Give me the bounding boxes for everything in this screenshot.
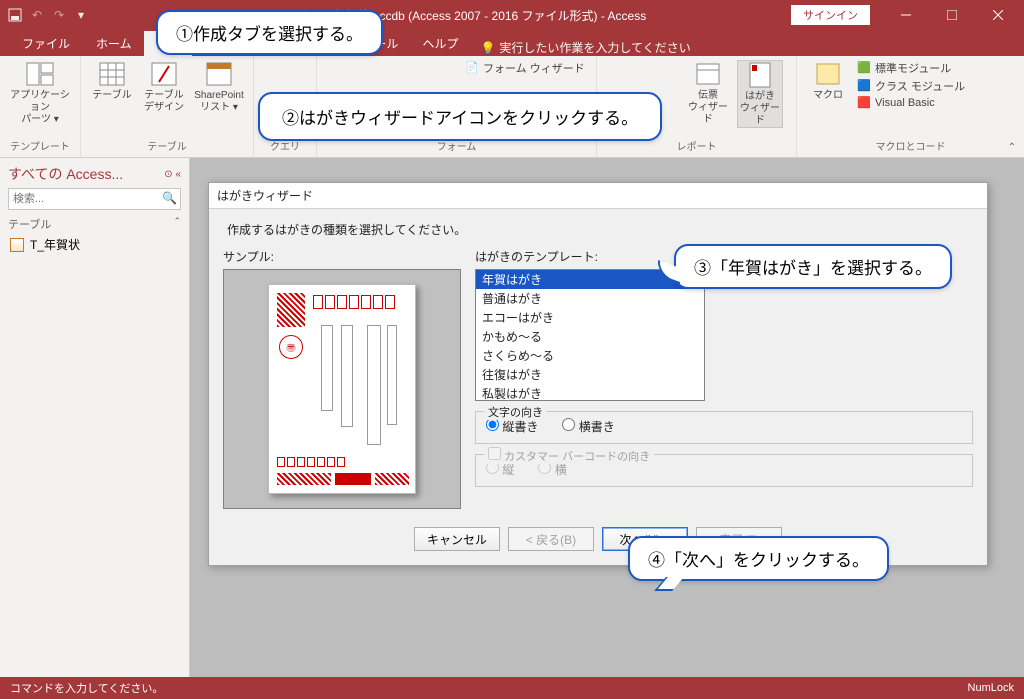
tab-file[interactable]: ファイル [8,31,84,56]
template-option[interactable]: 往復はがき [476,365,704,384]
macro-icon [812,60,844,88]
navigation-title[interactable]: すべての Access... ⊙ « [8,164,181,184]
sample-label: サンプル: [223,248,461,265]
save-icon[interactable] [6,6,24,24]
ribbon-tabs: ファイル ホーム 作成 外部データ データベース ツール ヘルプ 💡 実行したい… [0,30,1024,56]
denpyo-wizard-button[interactable]: 伝票 ウィザード [685,60,731,126]
ribbon-group-macro: マクロ 🟩標準モジュール 🟦クラス モジュール 🟥Visual Basic マク… [797,56,1024,157]
template-option[interactable]: 普通はがき [476,289,704,308]
group-label-template: テンプレート [8,136,72,155]
app-parts-icon [24,60,56,88]
radio-vertical[interactable]: 縦書き [486,418,538,435]
undo-icon[interactable]: ↶ [28,6,46,24]
navigation-pane: すべての Access... ⊙ « 🔍 テーブル⌃ T_年賀状 [0,158,190,677]
cancel-button[interactable]: キャンセル [414,527,500,551]
callout-4: ④「次へ」をクリックする。 [628,536,889,581]
collapse-icon[interactable]: ⌃ [173,216,181,232]
template-option[interactable]: かもめ～る [476,327,704,346]
ribbon-group-tables: テーブル テーブル デザイン SharePoint リスト ▾ テーブル [81,56,254,157]
hagaki-wizard-dialog: はがきウィザード 作成するはがきの種類を選択してください。 サンプル: 〠 [208,182,988,566]
status-left: コマンドを入力してください。 [10,680,163,696]
nav-search-input[interactable] [8,188,181,210]
maximize-button[interactable] [930,0,974,30]
barcode-legend: カスタマー バーコードの向き [484,447,654,464]
orientation-legend: 文字の向き [484,404,547,420]
visual-basic-button[interactable]: 🟥Visual Basic [857,96,965,110]
tell-me-box[interactable]: 💡 実行したい作業を入力してください [480,39,690,56]
minimize-button[interactable] [884,0,928,30]
dialog-instruction: 作成するはがきの種類を選択してください。 [227,221,969,238]
table-button[interactable]: テーブル [89,60,135,102]
workspace: すべての Access... ⊙ « 🔍 テーブル⌃ T_年賀状 はがきウィザー… [0,158,1024,677]
module-button[interactable]: 🟩標準モジュール [857,60,965,76]
class-module-button[interactable]: 🟦クラス モジュール [857,78,965,94]
document-area: はがきウィザード 作成するはがきの種類を選択してください。 サンプル: 〠 [190,158,1024,677]
close-button[interactable] [976,0,1020,30]
nav-item-table[interactable]: T_年賀状 [8,234,181,255]
tab-home[interactable]: ホーム [84,31,144,56]
search-icon[interactable]: 🔍 [162,191,177,205]
ribbon-group-template: アプリケーション パーツ ▾ テンプレート [0,56,81,157]
back-button: < 戻る(B) [508,527,594,551]
table-icon [96,60,128,88]
table-object-icon [10,238,24,252]
zip-bottom [277,457,345,467]
status-right: NumLock [968,682,1014,694]
template-option[interactable]: 私製はがき [476,384,704,401]
template-option[interactable]: さくらめ～る [476,346,704,365]
macro-button[interactable]: マクロ [805,60,851,102]
form-wizard-icon: 📄 [465,61,479,75]
tab-help[interactable]: ヘルプ [410,31,470,56]
orientation-fieldset: 文字の向き 縦書き 横書き [475,411,973,444]
tell-me-label: 実行したい作業を入力してください [499,39,690,56]
denpyo-icon [692,60,724,88]
collapse-ribbon-icon[interactable]: ⌃ [1008,142,1016,153]
dialog-title: はがきウィザード [209,183,987,209]
template-option[interactable]: エコーはがき [476,308,704,327]
app-parts-button[interactable]: アプリケーション パーツ ▾ [8,60,72,126]
class-module-icon: 🟦 [857,79,871,93]
vb-icon: 🟥 [857,96,871,110]
form-wizard-button[interactable]: 📄フォーム ウィザード [465,60,585,76]
callout-1: ①作成タブを選択する。 [156,10,383,55]
zip-top [313,295,395,309]
title-bar: ↶ ↷ ▾ top¥Access紹介¥年賀状.accdb (Access 200… [0,0,1024,30]
signin-button[interactable]: サインイン [791,5,870,25]
lightbulb-icon: 💡 [480,41,495,55]
query-button[interactable] [262,60,308,90]
template-list[interactable]: 年賀はがき普通はがきエコーはがきかもめ～るさくらめ～る往復はがき私製はがき [475,269,705,401]
nav-item-label: T_年賀状 [30,236,80,253]
status-bar: コマンドを入力してください。 NumLock [0,677,1024,699]
group-label-macro: マクロとコード [805,136,1016,155]
sharepoint-icon [203,60,235,88]
nav-group-tables[interactable]: テーブル⌃ [8,216,181,232]
sharepoint-list-button[interactable]: SharePoint リスト ▾ [193,60,245,114]
postcard-preview: 〠 [268,284,416,494]
callout-2: ②はがきウィザードアイコンをクリックする。 [258,92,662,141]
sample-preview: 〠 [223,269,461,509]
stamp-icon [277,293,305,327]
callout-3: ③「年賀はがき」を選択する。 [674,244,952,289]
quick-access-toolbar: ↶ ↷ ▾ [0,6,96,24]
module-icon: 🟩 [857,61,871,75]
hagaki-wizard-button[interactable]: はがき ウィザード [737,60,783,128]
group-label-tables: テーブル [89,136,245,155]
hagaki-icon [744,61,776,89]
barcode-fieldset: カスタマー バーコードの向き 縦 横 [475,454,973,487]
postmark-icon: 〠 [279,335,303,359]
radio-horizontal[interactable]: 横書き [562,418,614,435]
qat-dropdown-icon[interactable]: ▾ [72,6,90,24]
table-design-icon [148,60,180,88]
table-design-button[interactable]: テーブル デザイン [141,60,187,114]
redo-icon[interactable]: ↷ [50,6,68,24]
nav-dropdown-icon[interactable]: ⊙ « [164,169,181,180]
